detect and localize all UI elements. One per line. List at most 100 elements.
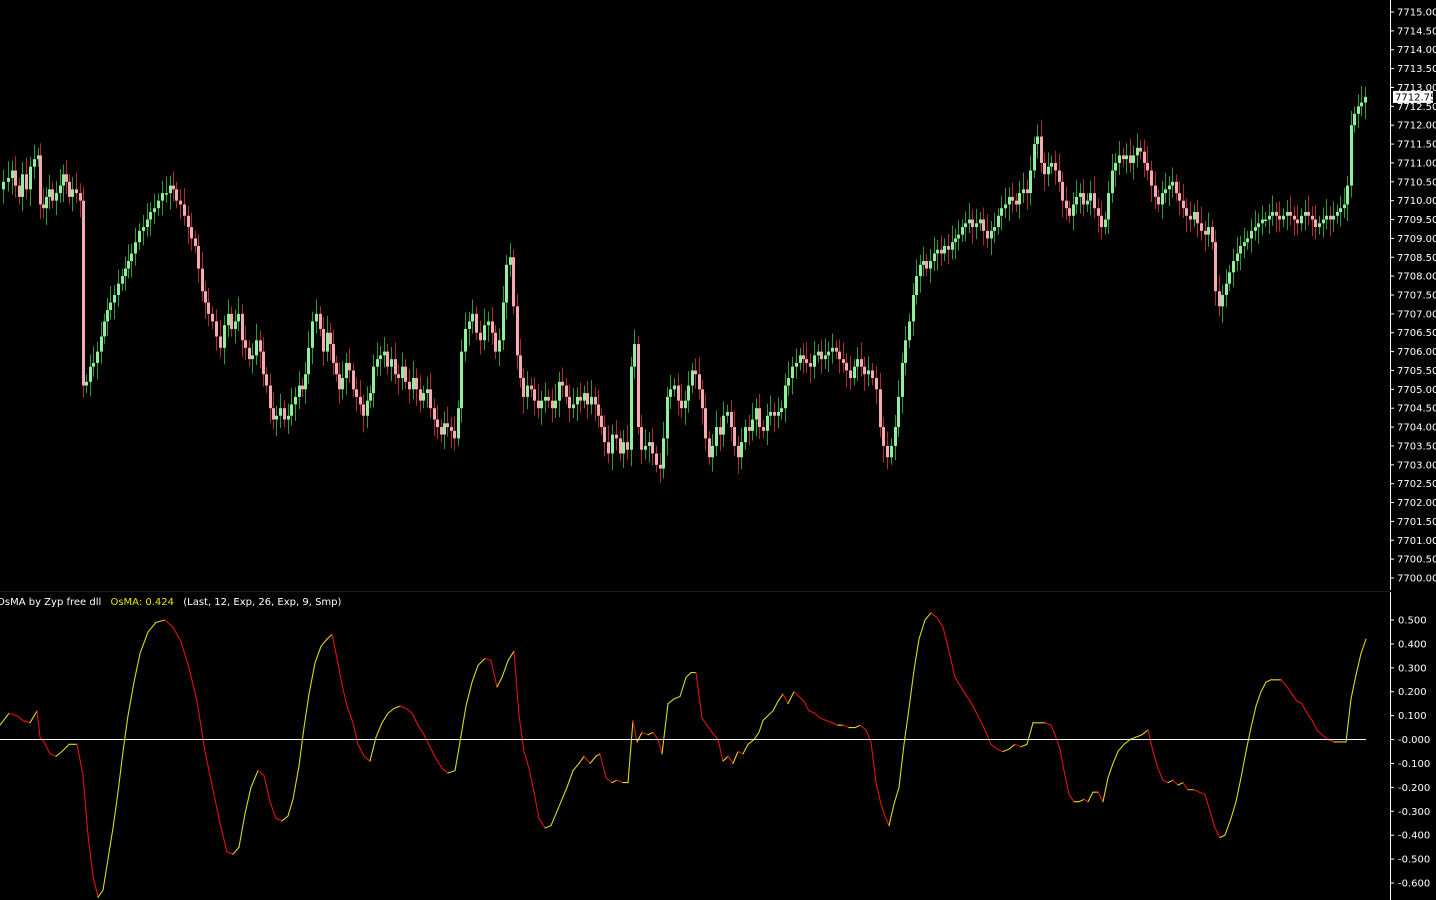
candle-body: [251, 355, 254, 360]
osma-segment: [884, 815, 890, 827]
candle-body: [14, 170, 17, 186]
candle-body: [319, 313, 322, 329]
candle-body: [127, 261, 130, 269]
candle-body: [1136, 147, 1139, 156]
candle-body: [275, 415, 278, 420]
osma-segment: [1112, 750, 1119, 765]
osma-segment: [399, 705, 407, 710]
candle-body: [1154, 185, 1157, 197]
candle-body: [255, 340, 258, 356]
osma-segment: [1306, 712, 1313, 721]
candle-body: [648, 442, 651, 446]
price-tick-label: 7714.00: [1397, 45, 1436, 56]
candle-body: [379, 355, 382, 360]
candle-body: [1164, 189, 1167, 194]
candle-body: [622, 442, 625, 454]
osma-segment: [275, 817, 283, 822]
candle-body: [165, 193, 168, 195]
osma-segment: [1167, 779, 1174, 784]
price-tick-label: 7705.50: [1397, 366, 1436, 377]
candle-body: [737, 445, 740, 458]
candle-body: [824, 355, 827, 360]
candle-body: [1289, 211, 1292, 216]
price-tick-label: 7703.00: [1397, 460, 1436, 471]
candle-body: [579, 396, 582, 401]
candle-body: [153, 208, 156, 212]
candle-body: [755, 408, 758, 420]
candle-body: [726, 411, 729, 416]
candle-body: [269, 385, 272, 409]
osma-segment: [898, 743, 905, 788]
candle-body: [248, 347, 251, 360]
osma-segment: [1193, 789, 1200, 793]
candle-body: [968, 219, 971, 224]
candle-body: [722, 415, 725, 435]
candle-body: [659, 464, 662, 469]
osma-segment: [913, 638, 920, 671]
price-tick-label: 7704.00: [1397, 423, 1436, 434]
osma-segment: [139, 631, 149, 655]
candle-body: [211, 313, 214, 322]
osma-segment: [381, 712, 389, 724]
candle-body: [201, 268, 204, 292]
candle-body: [1322, 219, 1325, 224]
osma-segment: [544, 825, 552, 829]
candle-body: [446, 423, 449, 428]
osma-segment: [865, 729, 872, 743]
candle-body: [940, 249, 943, 254]
candle-body: [440, 427, 443, 435]
osma-segment: [107, 827, 114, 860]
osma-segment: [685, 672, 692, 678]
candle-body: [1346, 185, 1349, 205]
candle-body: [630, 366, 633, 450]
osma-segment: [112, 791, 119, 829]
osma-segment: [102, 858, 109, 891]
indicator-params: (Last, 12, Exp, 26, Exp, 9, Smp): [183, 597, 341, 608]
osma-segment: [1301, 703, 1308, 714]
osma-segment: [732, 750, 739, 765]
candle-body: [820, 351, 823, 360]
osma-segment: [528, 767, 535, 793]
osma-segment: [82, 774, 89, 836]
price-tick-label: 7700.50: [1397, 555, 1436, 566]
candle-body: [1068, 208, 1071, 216]
candle-body: [109, 302, 112, 311]
osma-segment: [942, 626, 950, 652]
trading-chart[interactable]: 7715.007714.507714.007713.507713.007712.…: [0, 0, 1436, 900]
osma-segment: [219, 822, 228, 853]
candle-body: [1171, 181, 1174, 186]
osma-segment: [814, 712, 821, 719]
osma-segment: [842, 724, 850, 729]
osma-segment: [314, 645, 322, 664]
candle-body: [1196, 211, 1199, 224]
osma-tick-label: -0.400: [1398, 831, 1430, 842]
candle-body: [947, 245, 950, 250]
candle-body: [1261, 219, 1264, 224]
candle-body: [479, 332, 482, 341]
candle-body: [1182, 200, 1185, 209]
candle-body: [1018, 193, 1021, 205]
osma-segment: [303, 693, 310, 729]
candle-body: [329, 332, 332, 345]
osma-tick-label: 0.400: [1398, 639, 1427, 650]
candle-body: [332, 344, 335, 363]
osma-segment: [1182, 782, 1189, 791]
osma-segment: [667, 698, 675, 705]
candle-body: [433, 408, 436, 420]
osma-segment: [320, 638, 328, 647]
candle-body: [894, 427, 897, 446]
osma-segment: [180, 640, 190, 669]
candle-body: [1221, 295, 1224, 307]
osma-segment: [803, 700, 810, 712]
osma-tick-label: -0.500: [1398, 855, 1430, 866]
candle-body: [372, 366, 375, 394]
osma-segment: [747, 738, 755, 745]
osma-segment: [605, 777, 613, 784]
candle-body: [345, 362, 348, 379]
osma-segment: [16, 715, 24, 721]
candle-body: [298, 385, 301, 397]
candle-body: [457, 408, 460, 439]
osma-segment: [772, 700, 779, 712]
osma-segment: [673, 695, 681, 700]
osma-tick-label: -0.000: [1398, 735, 1430, 746]
